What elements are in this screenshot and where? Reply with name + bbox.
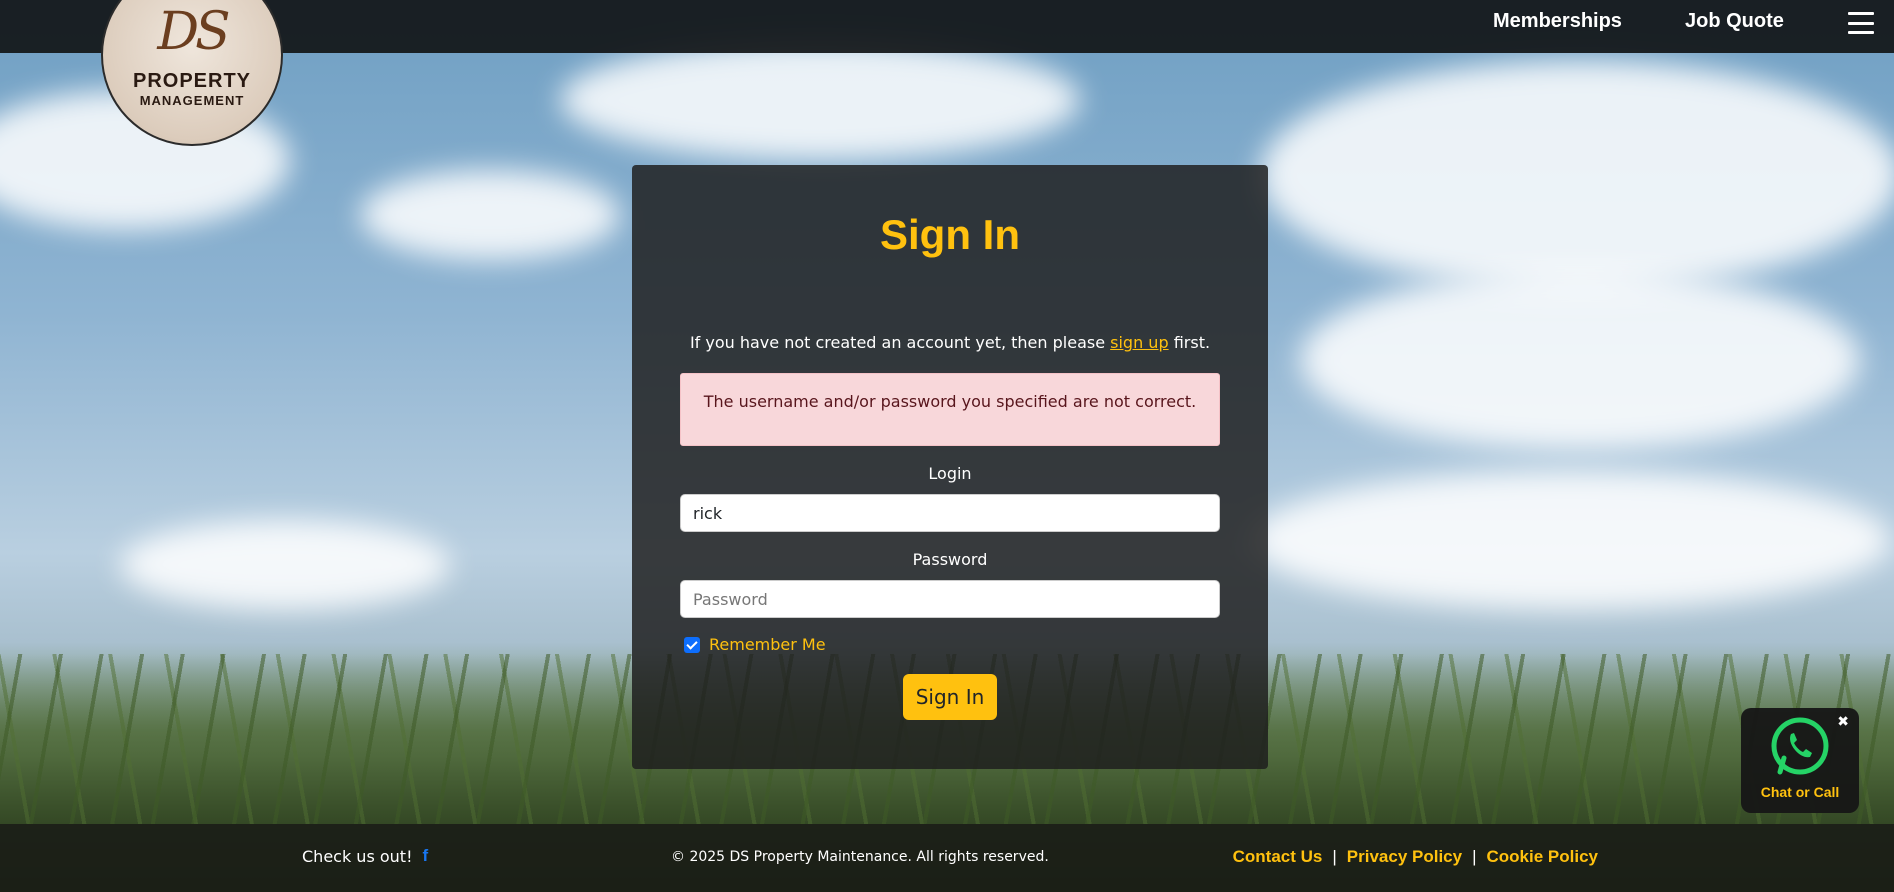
- facebook-icon[interactable]: f: [422, 846, 428, 866]
- signin-panel: Sign In If you have not created an accou…: [632, 165, 1268, 769]
- logo-text-management: MANAGEMENT: [139, 93, 245, 108]
- privacy-policy-link[interactable]: Privacy Policy: [1347, 847, 1462, 867]
- page-title: Sign In: [880, 211, 1020, 258]
- login-label: Login: [928, 464, 972, 483]
- check-us-text: Check us out!: [302, 846, 413, 866]
- logo-mark: DS: [157, 2, 230, 62]
- nav-memberships[interactable]: Memberships: [1493, 10, 1622, 33]
- nav-job-quote[interactable]: Job Quote: [1685, 10, 1784, 33]
- top-navbar: Memberships Job Quote: [0, 0, 1894, 53]
- chat-close-icon[interactable]: ✖: [1837, 714, 1849, 730]
- password-input[interactable]: [680, 580, 1220, 618]
- footer-links: Contact Us | Privacy Policy | Cookie Pol…: [1233, 847, 1598, 867]
- copyright: © 2025 DS Property Maintenance. All righ…: [671, 849, 1049, 865]
- remember-me-label[interactable]: Remember Me: [709, 635, 826, 654]
- remember-me-checkbox[interactable]: [684, 636, 700, 653]
- separator: |: [1332, 847, 1337, 866]
- signin-button[interactable]: Sign In: [903, 674, 997, 720]
- hamburger-menu-icon[interactable]: [1848, 12, 1874, 34]
- social-links: Check us out! f: [302, 846, 428, 866]
- remember-me[interactable]: Remember Me: [684, 635, 826, 654]
- contact-us-link[interactable]: Contact Us: [1233, 847, 1323, 867]
- login-input[interactable]: [680, 494, 1220, 532]
- separator: |: [1472, 847, 1477, 866]
- logo-text-property: PROPERTY: [132, 70, 252, 92]
- cookie-policy-link[interactable]: Cookie Policy: [1487, 847, 1598, 867]
- footer: Check us out! f © 2025 DS Property Maint…: [0, 824, 1894, 892]
- error-alert: The username and/or password you specifi…: [680, 373, 1220, 446]
- chat-label[interactable]: Chat or Call: [1741, 784, 1859, 800]
- password-label: Password: [912, 550, 988, 569]
- whatsapp-icon[interactable]: [1770, 716, 1830, 776]
- chat-widget[interactable]: ✖ Chat or Call: [1741, 708, 1859, 813]
- signup-prompt: If you have not created an account yet, …: [689, 333, 1211, 352]
- signup-link[interactable]: sign up: [1110, 333, 1168, 352]
